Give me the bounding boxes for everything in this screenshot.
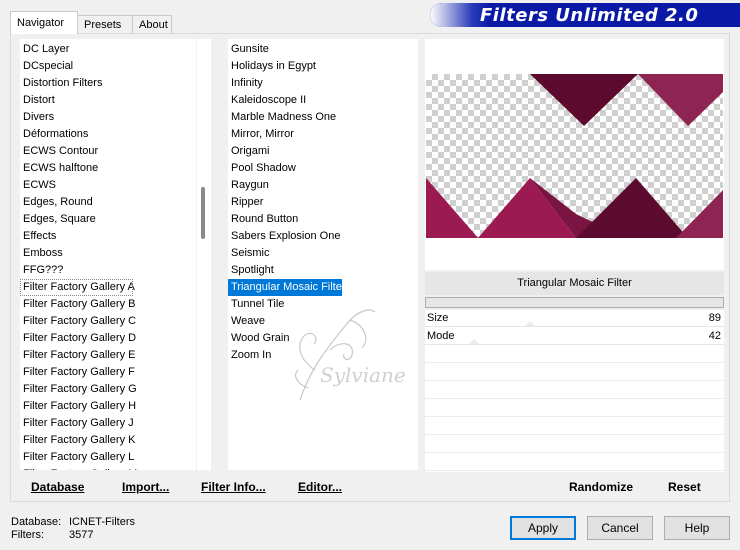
apply-button[interactable]: Apply — [510, 516, 576, 540]
category-item[interactable]: Filter Factory Gallery E — [20, 347, 135, 364]
filter-item[interactable]: Zoom In — [228, 347, 271, 364]
category-item[interactable]: Effects — [20, 228, 56, 245]
filter-item[interactable]: Ripper — [228, 194, 263, 211]
category-item[interactable]: ECWS Contour — [20, 143, 98, 160]
filters-count-value: 3577 — [69, 529, 94, 541]
filter-item[interactable]: Mirror, Mirror — [228, 126, 294, 143]
parameter-row-empty — [425, 436, 724, 453]
category-item[interactable]: Déformations — [20, 126, 88, 143]
filter-item[interactable]: Pool Shadow — [228, 160, 296, 177]
preview-triangle-bottom-left-b — [426, 178, 478, 238]
parameter-list: Size 89 Mode 42 — [425, 310, 724, 472]
filter-item[interactable]: Marble Madness One — [228, 109, 336, 126]
database-label: Database: — [11, 516, 62, 528]
parameter-label: Size — [427, 312, 449, 324]
category-item[interactable]: Filter Factory Gallery M — [20, 466, 137, 470]
category-item[interactable]: DCspecial — [20, 58, 73, 75]
category-scroll-thumb[interactable] — [201, 187, 205, 239]
tab-presets[interactable]: Presets — [77, 15, 133, 34]
watermark-logo: Sylviane — [295, 309, 406, 401]
category-item[interactable]: Edges, Square — [20, 211, 96, 228]
parameter-slider-marker[interactable] — [469, 339, 480, 344]
title-banner: Filters Unlimited 2.0 — [430, 3, 740, 27]
category-scrollbar[interactable] — [197, 39, 211, 470]
category-item[interactable]: FFG??? — [20, 262, 63, 279]
parameter-label: Mode — [427, 330, 455, 342]
parameter-value: 89 — [708, 312, 721, 324]
preview-image — [426, 74, 723, 238]
category-item[interactable]: Filter Factory Gallery B — [20, 296, 135, 313]
import-button[interactable]: Import... — [122, 480, 169, 494]
filter-item[interactable]: Kaleidoscope II — [228, 92, 306, 109]
parameter-row-empty — [425, 364, 724, 381]
svg-text:Sylviane: Sylviane — [320, 363, 406, 387]
category-list[interactable]: DC Layer DCspecial Distortion Filters Disto… — [20, 39, 196, 470]
category-item[interactable]: Filter Factory Gallery J — [20, 415, 134, 432]
category-item[interactable]: Filter Factory Gallery H — [20, 398, 136, 415]
category-item[interactable]: Filter Factory Gallery D — [20, 330, 136, 347]
editor-button[interactable]: Editor... — [298, 480, 342, 494]
progress-bar — [425, 297, 724, 308]
parameter-row[interactable]: Mode 42 — [425, 328, 724, 345]
category-item[interactable]: Filter Factory Gallery G — [20, 381, 137, 398]
parameter-value: 42 — [708, 330, 721, 342]
filter-info-button[interactable]: Filter Info... — [201, 480, 266, 494]
category-item[interactable]: Filter Factory Gallery A — [20, 279, 135, 296]
filter-item[interactable]: Raygun — [228, 177, 269, 194]
category-item[interactable]: Distort — [20, 92, 55, 109]
tab-navigator[interactable]: Navigator — [10, 11, 78, 34]
category-item[interactable]: Emboss — [20, 245, 63, 262]
filter-item[interactable]: Origami — [228, 143, 270, 160]
filter-item[interactable]: Seismic — [228, 245, 270, 262]
parameter-row-empty — [425, 382, 724, 399]
database-button[interactable]: Database — [31, 480, 84, 494]
database-value: ICNET-Filters — [69, 516, 135, 528]
category-item[interactable]: Filter Factory Gallery K — [20, 432, 135, 449]
window-title: Filters Unlimited 2.0 — [480, 5, 699, 26]
parameter-row[interactable]: Size 89 — [425, 310, 724, 327]
preview-triangle-bottom-right — [676, 190, 723, 238]
reset-button[interactable]: Reset — [668, 480, 701, 494]
filter-item[interactable]: Holidays in Egypt — [228, 58, 316, 75]
category-item[interactable]: Divers — [20, 109, 54, 126]
filter-item[interactable]: Infinity — [228, 75, 263, 92]
filter-item[interactable]: Weave — [228, 313, 265, 330]
category-item[interactable]: Filter Factory Gallery L — [20, 449, 134, 466]
preview-triangle-bottom-center — [576, 178, 688, 238]
category-item[interactable]: Filter Factory Gallery F — [20, 364, 135, 381]
category-item[interactable]: Filter Factory Gallery C — [20, 313, 136, 330]
category-item[interactable]: Edges, Round — [20, 194, 93, 211]
filter-item[interactable]: Triangular Mosaic Filter — [228, 279, 346, 296]
filter-item[interactable]: Sabers Explosion One — [228, 228, 340, 245]
filter-item[interactable]: Round Button — [228, 211, 298, 228]
category-item[interactable]: ECWS halftone — [20, 160, 98, 177]
category-item[interactable]: Distortion Filters — [20, 75, 102, 92]
category-item[interactable]: DC Layer — [20, 41, 69, 58]
randomize-button[interactable]: Randomize — [569, 480, 633, 494]
preview-triangle-top-right — [638, 74, 723, 126]
help-button[interactable]: Help — [664, 516, 730, 540]
filter-item[interactable]: Gunsite — [228, 41, 269, 58]
parameter-row-empty — [425, 418, 724, 435]
cancel-button[interactable]: Cancel — [587, 516, 653, 540]
parameter-row-empty — [425, 400, 724, 417]
category-item[interactable]: ECWS — [20, 177, 56, 194]
parameter-row-empty — [425, 346, 724, 363]
current-filter-name: Triangular Mosaic Filter — [425, 272, 724, 295]
filters-count-label: Filters: — [11, 529, 44, 541]
preview-triangle-top-center — [530, 74, 638, 126]
tab-about[interactable]: About — [132, 15, 172, 34]
filter-item[interactable]: Spotlight — [228, 262, 274, 279]
parameter-slider-marker[interactable] — [524, 321, 535, 326]
parameter-row-empty — [425, 454, 724, 471]
